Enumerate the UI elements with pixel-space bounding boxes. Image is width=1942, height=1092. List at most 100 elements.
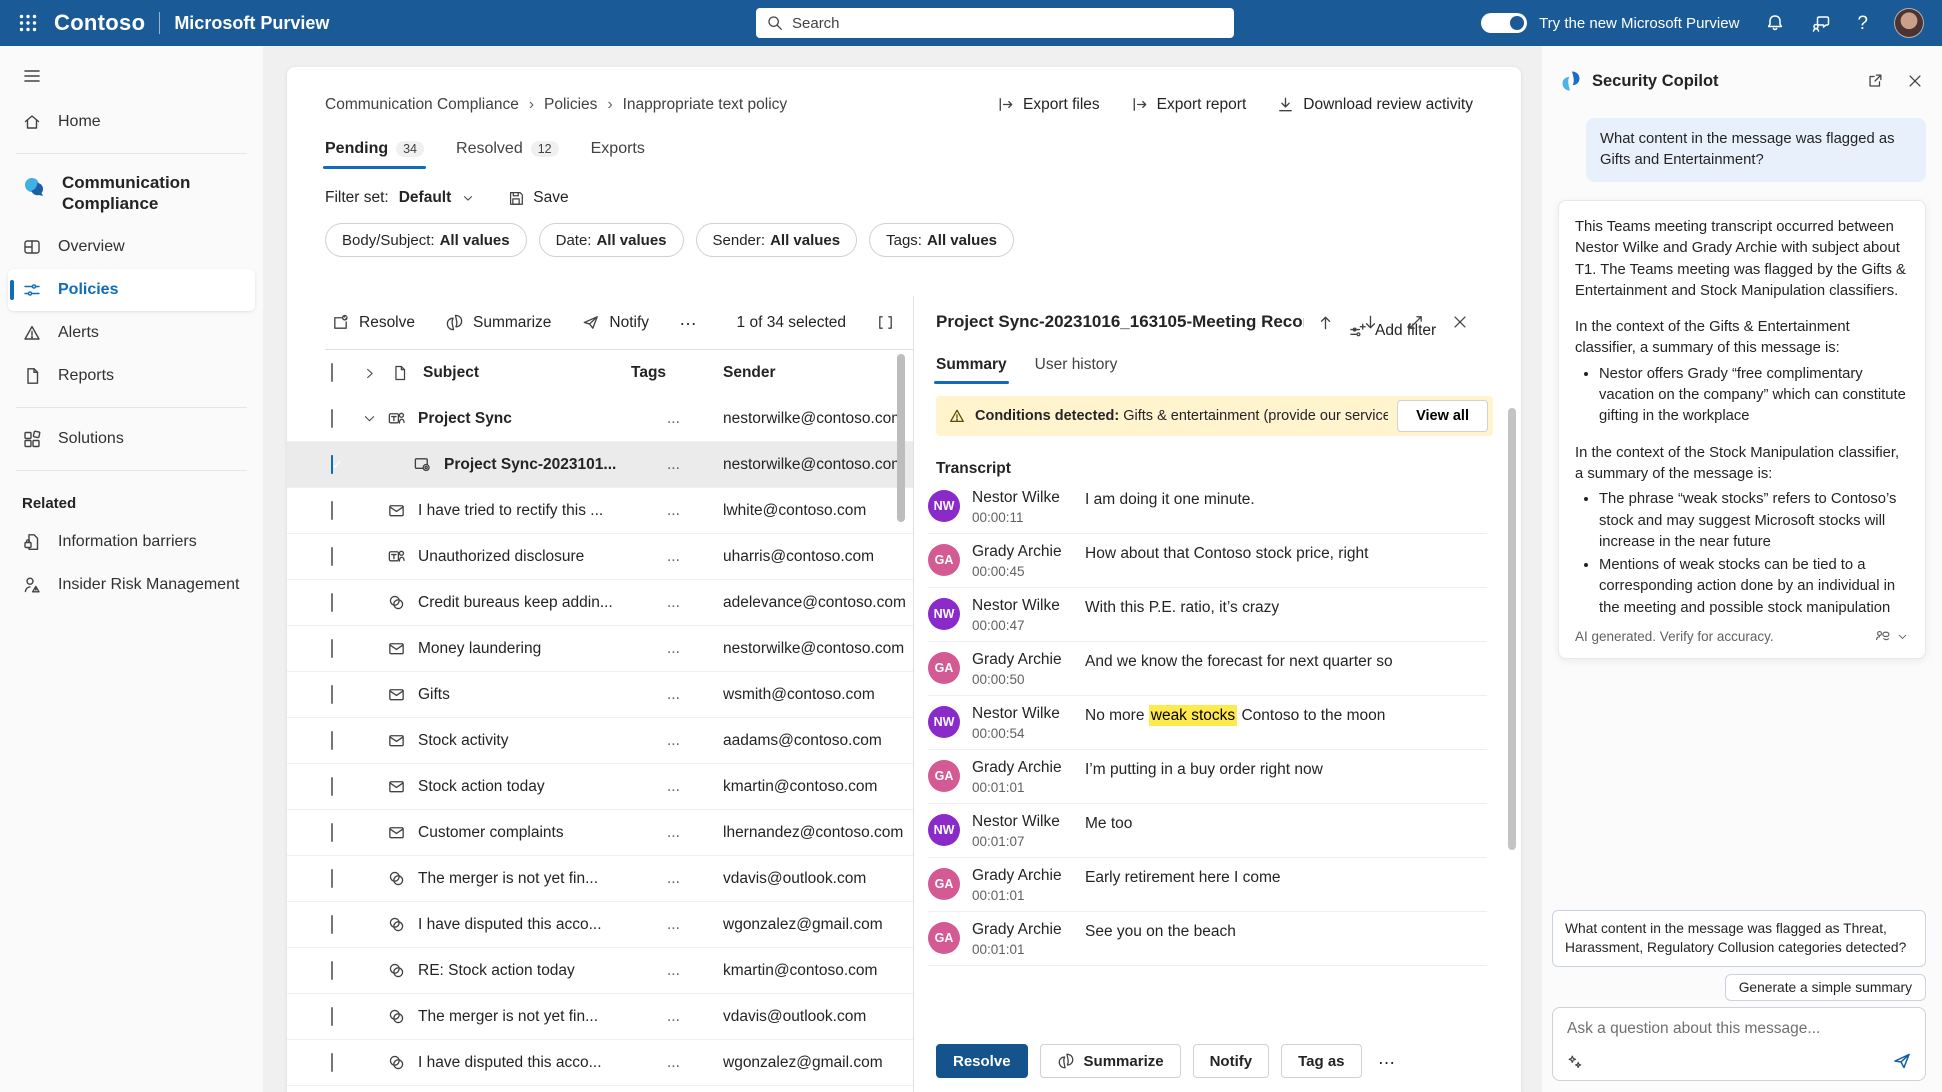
row-checkbox[interactable] [331, 547, 333, 566]
export-files-button[interactable]: Export files [996, 95, 1100, 114]
row-checkbox[interactable] [331, 915, 333, 934]
notify-toolbar-button[interactable]: Notify [581, 313, 649, 332]
sidebar-item-reports[interactable]: Reports [8, 355, 255, 397]
list-scrollbar[interactable] [897, 354, 905, 522]
column-header-sender[interactable]: Sender [723, 364, 913, 382]
search-input[interactable] [792, 15, 1224, 32]
row-checkbox[interactable] [331, 731, 333, 750]
new-purview-toggle[interactable] [1481, 13, 1527, 33]
view-all-button[interactable]: View all [1397, 400, 1488, 432]
prompts-sparkle-icon[interactable] [1566, 1053, 1584, 1071]
row-checkbox[interactable] [331, 501, 333, 520]
row-checkbox[interactable] [331, 593, 333, 612]
copilot-question-input[interactable] [1567, 1020, 1911, 1038]
row-checkbox[interactable] [331, 1007, 333, 1026]
notify-button[interactable]: Notify [1193, 1044, 1270, 1078]
row-checkbox[interactable] [331, 1053, 333, 1072]
filter-set-value[interactable]: Default [399, 189, 452, 207]
column-header-subject[interactable]: Subject [423, 364, 631, 382]
breadcrumb-policies[interactable]: Policies [544, 96, 597, 114]
transcript-message[interactable]: NW Nestor Wilke 00:00:54 No more weak st… [928, 696, 1487, 750]
user-avatar[interactable] [1894, 8, 1924, 38]
more-options-icon[interactable]: … [679, 309, 698, 336]
table-row[interactable]: Money laundering ... nestorwilke@contoso… [287, 626, 913, 672]
close-icon[interactable] [1451, 313, 1469, 332]
feedback-icon[interactable] [1811, 13, 1831, 33]
row-checkbox[interactable] [331, 455, 333, 474]
download-review-activity-button[interactable]: Download review activity [1276, 95, 1473, 114]
row-checkbox[interactable] [331, 777, 333, 796]
transcript-message[interactable]: GA Grady Archie 00:00:50 And we know the… [928, 642, 1487, 696]
row-checkbox[interactable] [331, 869, 333, 888]
resolve-toolbar-button[interactable]: Resolve [331, 313, 415, 332]
tab-pending[interactable]: Pending 34 [325, 140, 424, 169]
table-row[interactable]: Stock activity ... aadams@contoso.com [287, 718, 913, 764]
tag-as-button[interactable]: Tag as [1281, 1044, 1361, 1078]
export-report-button[interactable]: Export report [1130, 95, 1247, 114]
filter-chip[interactable]: Date: All values [539, 223, 684, 257]
select-all-checkbox[interactable] [331, 363, 333, 382]
resolve-button[interactable]: Resolve [936, 1044, 1028, 1078]
send-icon[interactable] [1892, 1051, 1912, 1071]
preview-pane-icon[interactable] [876, 313, 895, 332]
table-row[interactable]: Project Sync-2023101... ... nestorwilke@… [287, 442, 913, 488]
row-checkbox[interactable] [331, 409, 333, 428]
suggested-prompt[interactable]: What content in the message was flagged … [1552, 910, 1926, 967]
chevron-right-icon[interactable] [351, 366, 387, 381]
expand-icon[interactable] [1406, 313, 1425, 332]
tab-user-history[interactable]: User history [1035, 356, 1118, 384]
transcript-message[interactable]: GA Grady Archie 00:00:45 How about that … [928, 534, 1487, 588]
table-row[interactable]: I have disputed this acco... ... wgonzal… [287, 902, 913, 948]
row-checkbox[interactable] [331, 685, 333, 704]
notifications-icon[interactable] [1765, 13, 1785, 33]
chevron-down-icon[interactable] [1896, 630, 1909, 643]
table-row[interactable]: Stock action today ... kmartin@contoso.c… [287, 764, 913, 810]
table-row[interactable]: I have disputed this acco... ... wgonzal… [287, 1040, 913, 1086]
sidebar-item-solutions[interactable]: Solutions [8, 418, 255, 460]
table-row[interactable]: RE: Stock action today ... kmartin@conto… [287, 948, 913, 994]
previous-item-icon[interactable] [1316, 313, 1335, 332]
next-item-icon[interactable] [1361, 313, 1380, 332]
column-header-tags[interactable]: Tags [631, 364, 723, 382]
open-in-new-window-icon[interactable] [1866, 72, 1884, 90]
global-search[interactable] [756, 8, 1234, 38]
sidebar-item-insider-risk-management[interactable]: Insider Risk Management [8, 564, 255, 606]
table-row[interactable]: Customer complaints ... lhernandez@conto… [287, 810, 913, 856]
transcript-message[interactable]: NW Nestor Wilke 00:01:07 Me too [928, 804, 1487, 858]
table-row[interactable]: I have tried to rectify this ... ... lwh… [287, 488, 913, 534]
app-launcher-icon[interactable] [18, 13, 38, 33]
sidebar-item-policies[interactable]: Policies [8, 269, 255, 311]
table-row[interactable]: The merger is not yet fin... ... vdavis@… [287, 856, 913, 902]
table-row[interactable]: The merger is not yet fin... ... vdavis@… [287, 994, 913, 1040]
tab-summary[interactable]: Summary [936, 356, 1007, 384]
transcript-message[interactable]: NW Nestor Wilke 00:00:47 With this P.E. … [928, 588, 1487, 642]
filter-chip[interactable]: Body/Subject: All values [325, 223, 527, 257]
chevron-down-icon[interactable] [362, 411, 377, 426]
transcript-message[interactable]: NW Nestor Wilke 00:00:11 I am doing it o… [928, 480, 1487, 534]
summarize-button[interactable]: Summarize [1040, 1044, 1181, 1078]
table-row[interactable]: Project Sync ... nestorwilke@contoso.com [287, 396, 913, 442]
sidebar-section-communication-compliance[interactable]: Communication Compliance [0, 164, 263, 225]
sidebar-item-overview[interactable]: Overview [8, 226, 255, 268]
summarize-toolbar-button[interactable]: Summarize [445, 313, 551, 332]
row-checkbox[interactable] [331, 639, 333, 658]
save-filter-button[interactable]: Save [507, 189, 568, 207]
table-row[interactable]: Gifts ... wsmith@contoso.com [287, 672, 913, 718]
sidebar-item-information-barriers[interactable]: Information barriers [8, 521, 255, 563]
feedback-icon[interactable] [1874, 628, 1891, 645]
more-options-icon[interactable]: … [1374, 1048, 1401, 1075]
transcript-message[interactable]: GA Grady Archie 00:01:01 Early retiremen… [928, 858, 1487, 912]
suggested-prompt-summary[interactable]: Generate a simple summary [1725, 974, 1926, 1001]
chevron-down-icon[interactable] [461, 191, 475, 205]
tab-resolved[interactable]: Resolved 12 [456, 140, 559, 169]
help-icon[interactable]: ? [1857, 14, 1868, 33]
transcript-message[interactable]: GA Grady Archie 00:01:01 I’m putting in … [928, 750, 1487, 804]
table-row[interactable]: Credit bureaus keep addin... ... adeleva… [287, 580, 913, 626]
breadcrumb-communication-compliance[interactable]: Communication Compliance [325, 96, 519, 114]
filter-chip[interactable]: Tags: All values [869, 223, 1014, 257]
copilot-input-box[interactable] [1552, 1007, 1926, 1081]
row-checkbox[interactable] [331, 823, 333, 842]
filter-chip[interactable]: Sender: All values [696, 223, 858, 257]
transcript-message[interactable]: GA Grady Archie 00:01:01 See you on the … [928, 912, 1487, 966]
sidebar-item-alerts[interactable]: Alerts [8, 312, 255, 354]
